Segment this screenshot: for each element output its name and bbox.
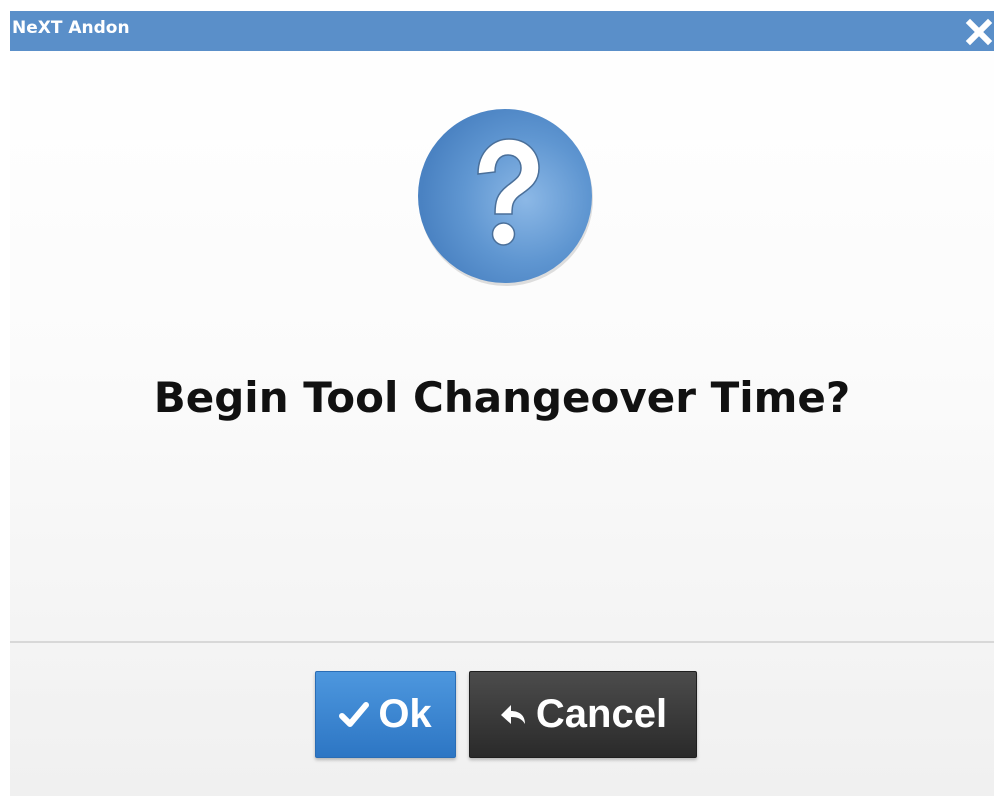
dialog-titlebar: NeXT Andon (10, 11, 994, 51)
close-button[interactable] (964, 17, 994, 47)
reply-arrow-icon (499, 703, 527, 727)
checkmark-icon (339, 701, 370, 729)
ok-button-label: Ok (378, 692, 432, 736)
close-icon (965, 18, 993, 46)
cancel-button[interactable]: Cancel (469, 671, 697, 758)
confirm-dialog: NeXT Andon Begin Tool Changeover Time? O… (10, 11, 994, 796)
dialog-title: NeXT Andon (12, 18, 130, 38)
ok-button[interactable]: Ok (315, 671, 456, 758)
dialog-message: Begin Tool Changeover Time? (153, 373, 851, 422)
footer-divider (10, 641, 994, 643)
cancel-button-label: Cancel (535, 692, 668, 736)
question-icon (415, 106, 597, 288)
